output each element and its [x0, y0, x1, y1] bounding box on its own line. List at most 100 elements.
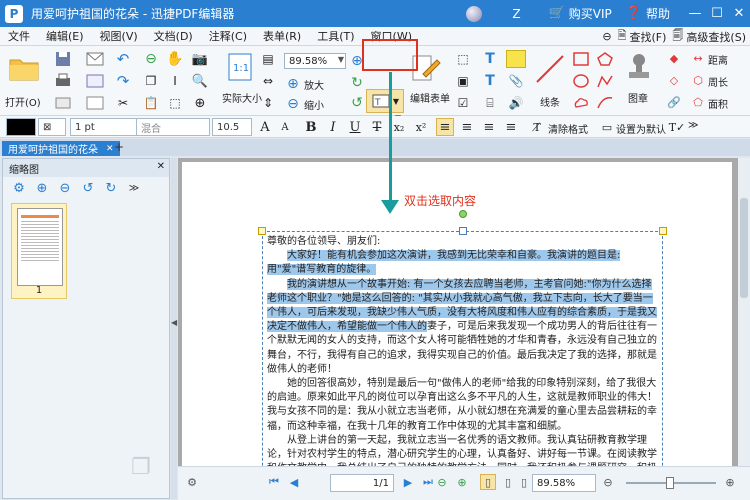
rotate-cw-icon[interactable]: ↻: [348, 74, 366, 92]
thumb-zoom-in-icon[interactable]: ⊕: [32, 179, 52, 197]
actual-size-label[interactable]: 实际大小: [222, 90, 262, 105]
stamp-label[interactable]: 图章: [628, 90, 648, 105]
ellipse-tool-icon[interactable]: [572, 72, 590, 90]
fill-color-picker[interactable]: [6, 118, 36, 136]
rotate-handle[interactable]: [459, 210, 467, 218]
next-page-icon[interactable]: ▶: [400, 474, 416, 490]
single-page-view-icon[interactable]: ▯: [480, 474, 496, 490]
share-icon[interactable]: [84, 72, 106, 90]
menu-tools[interactable]: 工具(T): [309, 28, 362, 44]
open-folder-icon[interactable]: [6, 52, 42, 84]
status-options-icon[interactable]: ⚙: [184, 474, 200, 490]
status-zoom-in-icon[interactable]: ⊕: [722, 474, 738, 490]
zoom-in-icon[interactable]: ⊕: [284, 75, 302, 93]
menu-edit[interactable]: 编辑(E): [38, 28, 92, 44]
document-tab[interactable]: 用爱呵护祖国的花朵 ✕: [2, 141, 120, 156]
attach-icon[interactable]: 📎: [506, 72, 526, 90]
zoom-in-label[interactable]: 放大: [304, 77, 324, 92]
cut-icon[interactable]: ✂: [114, 94, 132, 112]
zoom-slider-knob[interactable]: [666, 477, 674, 489]
spell-check-icon[interactable]: T✓: [668, 118, 686, 136]
thumb-zoom-out-icon[interactable]: ⊖: [55, 179, 75, 197]
increase-font-icon[interactable]: A: [256, 118, 274, 136]
typewriter-icon[interactable]: T: [480, 50, 500, 68]
prev-page-icon[interactable]: ◀: [286, 474, 302, 490]
blend-mode-select[interactable]: 混合: [136, 118, 210, 136]
marquee-zoom-icon[interactable]: ⊕: [190, 94, 210, 112]
bold-icon[interactable]: B: [302, 118, 320, 136]
font-size-select[interactable]: 10.5: [212, 118, 252, 136]
menu-document[interactable]: 文档(D): [146, 28, 201, 44]
select-text-icon[interactable]: I: [166, 72, 184, 90]
underline-icon[interactable]: U: [346, 118, 364, 136]
scan-icon[interactable]: [54, 94, 72, 112]
perimeter-label[interactable]: 周长: [708, 74, 728, 89]
fit-page-icon[interactable]: ▤: [258, 50, 278, 68]
note-icon[interactable]: [506, 50, 526, 68]
resize-handle-top-right[interactable]: [659, 227, 667, 235]
status-zoom-out-icon[interactable]: ⊖: [600, 474, 616, 490]
page-thumbnail[interactable]: 1: [11, 203, 67, 299]
user-name[interactable]: Z: [512, 7, 520, 21]
edit-form-label[interactable]: 编辑表单: [410, 90, 450, 105]
history-forward-icon[interactable]: ⊕: [454, 474, 470, 490]
minimize-button[interactable]: —: [684, 6, 706, 21]
zoom-slider[interactable]: [626, 477, 716, 489]
align-right-icon[interactable]: ≡: [480, 118, 498, 136]
resize-handle-top[interactable]: [459, 227, 467, 235]
close-tab-icon[interactable]: ✕: [106, 144, 114, 154]
eraser-icon[interactable]: ◆: [666, 50, 682, 66]
help-button[interactable]: ❓ 帮助: [626, 5, 670, 22]
zoom-out-label[interactable]: 缩小: [304, 97, 324, 112]
link-tool-icon[interactable]: 🔗: [666, 94, 682, 110]
format-more-icon[interactable]: ≫: [688, 120, 698, 131]
user-avatar[interactable]: [466, 5, 483, 22]
checkbox-field-icon[interactable]: ☑: [454, 94, 472, 112]
distance-label[interactable]: 距离: [708, 52, 728, 67]
menu-comment[interactable]: 注释(C): [201, 28, 255, 44]
maximize-button[interactable]: ☐: [706, 6, 728, 21]
sound-icon[interactable]: 🔊: [506, 94, 526, 112]
paste-icon[interactable]: 📋: [142, 94, 160, 112]
set-default-label[interactable]: 设置为默认: [616, 121, 666, 136]
justify-icon[interactable]: ≡: [502, 118, 520, 136]
area-label[interactable]: 面积: [708, 96, 728, 111]
area-icon[interactable]: ⬠: [690, 94, 706, 110]
thumb-rotate-ccw-icon[interactable]: ↺: [78, 179, 98, 197]
align-left-icon[interactable]: ≡: [436, 118, 454, 136]
stamp-icon[interactable]: [624, 52, 654, 82]
decrease-font-icon[interactable]: A: [276, 118, 294, 136]
panel-splitter[interactable]: ◀: [171, 158, 177, 499]
thumb-more-icon[interactable]: ≫: [124, 179, 144, 197]
hand-tool-icon[interactable]: ✋: [166, 50, 184, 68]
buy-vip-button[interactable]: 🛒 购买VIP: [549, 5, 612, 22]
continuous-view-icon[interactable]: ▯: [500, 474, 516, 490]
copy-icon[interactable]: ❐: [142, 72, 160, 90]
text-field-icon[interactable]: ⬚: [454, 50, 472, 68]
document-text[interactable]: 尊敬的各位领导、朋友们: 大家好！能有机会参加这次演讲，我感到无比荣幸和自豪。我…: [267, 235, 660, 466]
menu-form[interactable]: 表单(R): [255, 28, 309, 44]
close-button[interactable]: ✕: [728, 6, 750, 21]
history-back-icon[interactable]: ⊖: [434, 474, 450, 490]
textbox-icon[interactable]: T: [480, 72, 500, 90]
open-label[interactable]: 打开(O): [5, 94, 41, 109]
fit-visible-icon[interactable]: ⇕: [258, 94, 278, 112]
line-tool-icon[interactable]: [534, 54, 566, 84]
edit-content-tool[interactable]: T ▼: [366, 89, 404, 113]
first-page-icon[interactable]: ⏮: [266, 474, 282, 490]
align-center-icon[interactable]: ≡: [458, 118, 476, 136]
back-icon[interactable]: ⊖: [142, 50, 160, 68]
print-icon[interactable]: [54, 72, 72, 90]
actual-size-icon[interactable]: 1:1: [226, 52, 254, 82]
snapshot-icon[interactable]: 📷: [190, 50, 210, 68]
select-object-icon[interactable]: ⬚: [166, 94, 184, 112]
loupe-icon[interactable]: 🔍: [190, 72, 210, 90]
thumb-rotate-cw-icon[interactable]: ↻: [101, 179, 121, 197]
cloud-tool-icon[interactable]: [572, 94, 590, 112]
set-default-icon[interactable]: ▭: [598, 118, 616, 136]
export-icon[interactable]: [84, 94, 106, 112]
advanced-find-button[interactable]: 🗐 高级查找(S): [672, 27, 746, 46]
collapse-arrow-icon[interactable]: ◀: [171, 318, 177, 327]
menu-file[interactable]: 文件: [0, 28, 38, 44]
prev-arrow-icon[interactable]: ⊖: [602, 30, 611, 43]
